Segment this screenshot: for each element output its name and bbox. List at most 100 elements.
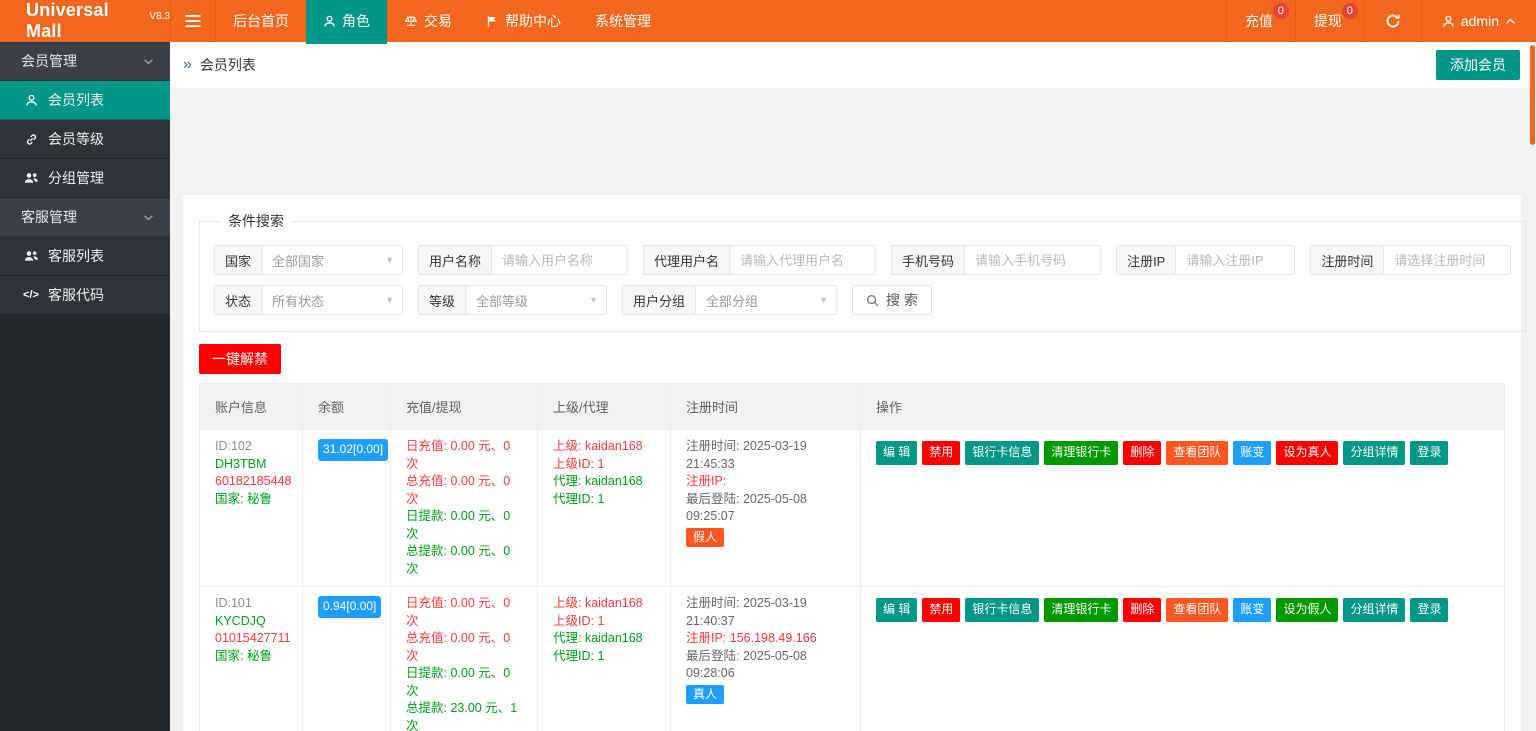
sidebar-section-member-management[interactable]: 会员管理 — [0, 42, 170, 81]
link-icon — [23, 133, 39, 146]
member-account-number: 60182185448 — [215, 473, 287, 491]
nav-label: 后台首页 — [233, 11, 289, 31]
delete-button[interactable]: 删除 — [1123, 441, 1161, 465]
withdraw-action[interactable]: 提现 0 — [1295, 0, 1364, 42]
nav-trade[interactable]: 交易 — [387, 0, 469, 42]
sidebar-section-cs-management[interactable]: 客服管理 — [0, 198, 170, 237]
register-time: 注册时间: 2025-03-19 21:45:33 — [686, 438, 845, 473]
table-row: ID:102 DH3TBM 60182185448 国家: 秘鲁 31.02[0… — [200, 430, 1505, 587]
section-label: 会员管理 — [21, 51, 77, 71]
user-menu[interactable]: admin — [1421, 0, 1536, 42]
agent-username-field[interactable] — [730, 246, 875, 274]
add-member-button[interactable]: 添加会员 — [1436, 50, 1520, 80]
topbar-actions: 充值 0 提现 0 — [1226, 0, 1364, 42]
disable-button[interactable]: 禁用 — [922, 441, 960, 465]
topbar-spacer — [668, 0, 1226, 42]
country-select[interactable]: 全部国家▼ — [262, 246, 402, 274]
field-label: 注册IP — [1117, 246, 1176, 274]
nav-role[interactable]: 角色 — [306, 0, 387, 42]
view-team-button[interactable]: 查看团队 — [1166, 441, 1228, 465]
ops-cell: 编 辑禁用银行卡信息清理银行卡删除查看团队账变设为假人分组详情登录 — [861, 587, 1505, 731]
info-line: 日提款: 0.00 元、0次 — [406, 665, 522, 700]
account-cell: ID:101 KYCDJQ 01015427711 国家: 秘鲁 — [200, 587, 303, 731]
sidebar-item-cs-code[interactable]: </> 客服代码 — [0, 276, 170, 315]
info-line: 代理ID: 1 — [553, 491, 655, 509]
scrollbar-thumb[interactable] — [1530, 45, 1535, 145]
info-line: 总提款: 0.00 元、0次 — [406, 543, 522, 578]
member-username: KYCDJQ — [215, 613, 287, 631]
user-group-select[interactable]: 全部分组▼ — [696, 286, 836, 314]
chevron-down-icon — [143, 58, 154, 65]
register-time-field[interactable] — [1384, 246, 1510, 274]
brand-logo[interactable]: Universal Mall V8.3 — [0, 0, 170, 42]
breadcrumb-bar: » 会员列表 添加会员 — [170, 42, 1536, 88]
hamburger-menu-icon[interactable] — [170, 0, 216, 42]
account-change-button[interactable]: 账变 — [1233, 598, 1271, 622]
unban-all-button[interactable]: 一键解禁 — [199, 344, 281, 374]
member-account-number: 01015427711 — [215, 630, 287, 648]
info-line: 代理: kaidan168 — [553, 473, 655, 491]
balance-badge: 31.02[0.00] — [318, 439, 388, 461]
column-header: 充值/提现 — [391, 384, 538, 430]
breadcrumb-chevrons-icon: » — [183, 56, 192, 74]
nav-help-center[interactable]: 帮助中心 — [469, 0, 578, 42]
sidebar-item-member-level[interactable]: 会员等级 — [0, 120, 170, 159]
clear-bankcard-button[interactable]: 清理银行卡 — [1044, 598, 1118, 622]
nav-system[interactable]: 系统管理 — [578, 0, 668, 42]
disable-button[interactable]: 禁用 — [922, 598, 960, 622]
clear-bankcard-button[interactable]: 清理银行卡 — [1044, 441, 1118, 465]
field-label: 状态 — [215, 286, 262, 314]
sidebar-item-cs-list[interactable]: 客服列表 — [0, 237, 170, 276]
register-ip: 注册IP: — [686, 473, 845, 491]
brand-version: V8.3 — [149, 11, 170, 22]
balance-cell: 31.02[0.00] — [303, 430, 391, 587]
users-icon — [23, 250, 39, 262]
register-cell: 注册时间: 2025-03-19 21:40:37 注册IP: 156.198.… — [671, 587, 861, 731]
bankcard-info-button[interactable]: 银行卡信息 — [965, 598, 1039, 622]
person-icon — [23, 94, 39, 107]
register-ip-field[interactable] — [1176, 246, 1294, 274]
set-real-button[interactable]: 设为真人 — [1276, 441, 1338, 465]
login-button[interactable]: 登录 — [1410, 441, 1448, 465]
nav-label: 系统管理 — [595, 11, 651, 31]
column-header: 操作 — [861, 384, 1505, 430]
info-line: 上级: kaidan168 — [553, 595, 655, 613]
sidebar-item-group-management[interactable]: 分组管理 — [0, 159, 170, 198]
search-button[interactable]: 搜 索 — [852, 285, 932, 315]
set-fake-button[interactable]: 设为假人 — [1276, 598, 1338, 622]
delete-button[interactable]: 删除 — [1123, 598, 1161, 622]
field-label: 用户名称 — [419, 246, 492, 274]
table-row: ID:101 KYCDJQ 01015427711 国家: 秘鲁 0.94[0.… — [200, 587, 1505, 731]
bankcard-info-button[interactable]: 银行卡信息 — [965, 441, 1039, 465]
finance-cell: 日充值: 0.00 元、0次总充值: 0.00 元、0次日提款: 0.00 元、… — [391, 587, 538, 731]
info-line: 日充值: 0.00 元、0次 — [406, 438, 522, 473]
field-label: 国家 — [215, 246, 262, 274]
level-select[interactable]: 全部等级▼ — [466, 286, 606, 314]
login-button[interactable]: 登录 — [1410, 598, 1448, 622]
member-username: DH3TBM — [215, 456, 287, 474]
edit-button[interactable]: 编 辑 — [876, 441, 917, 465]
last-login: 最后登陆: 2025-05-08 09:28:06 — [686, 648, 845, 683]
sidebar-item-member-list[interactable]: 会员列表 — [0, 81, 170, 120]
group-detail-button[interactable]: 分组详情 — [1343, 598, 1405, 622]
edit-button[interactable]: 编 辑 — [876, 598, 917, 622]
group-detail-button[interactable]: 分组详情 — [1343, 441, 1405, 465]
person-icon — [1442, 15, 1455, 28]
nav-label: 角色 — [342, 11, 370, 31]
brand-name: Universal Mall — [26, 0, 146, 42]
username-field[interactable] — [492, 246, 627, 274]
field-label: 等级 — [419, 286, 466, 314]
nav-dashboard[interactable]: 后台首页 — [216, 0, 306, 42]
sidebar-item-label: 客服代码 — [48, 285, 104, 305]
recharge-action[interactable]: 充值 0 — [1226, 0, 1295, 42]
action-label: 提现 — [1314, 11, 1342, 31]
column-header: 余额 — [303, 384, 391, 430]
field-label: 用户分组 — [623, 286, 696, 314]
status-select[interactable]: 所有状态▼ — [262, 286, 402, 314]
account-change-button[interactable]: 账变 — [1233, 441, 1271, 465]
view-team-button[interactable]: 查看团队 — [1166, 598, 1228, 622]
phone-field[interactable] — [965, 246, 1100, 274]
info-line: 总充值: 0.00 元、0次 — [406, 473, 522, 508]
refresh-button[interactable] — [1364, 0, 1421, 42]
table-header-row: 账户信息余额充值/提现上级/代理注册时间操作 — [200, 384, 1505, 430]
